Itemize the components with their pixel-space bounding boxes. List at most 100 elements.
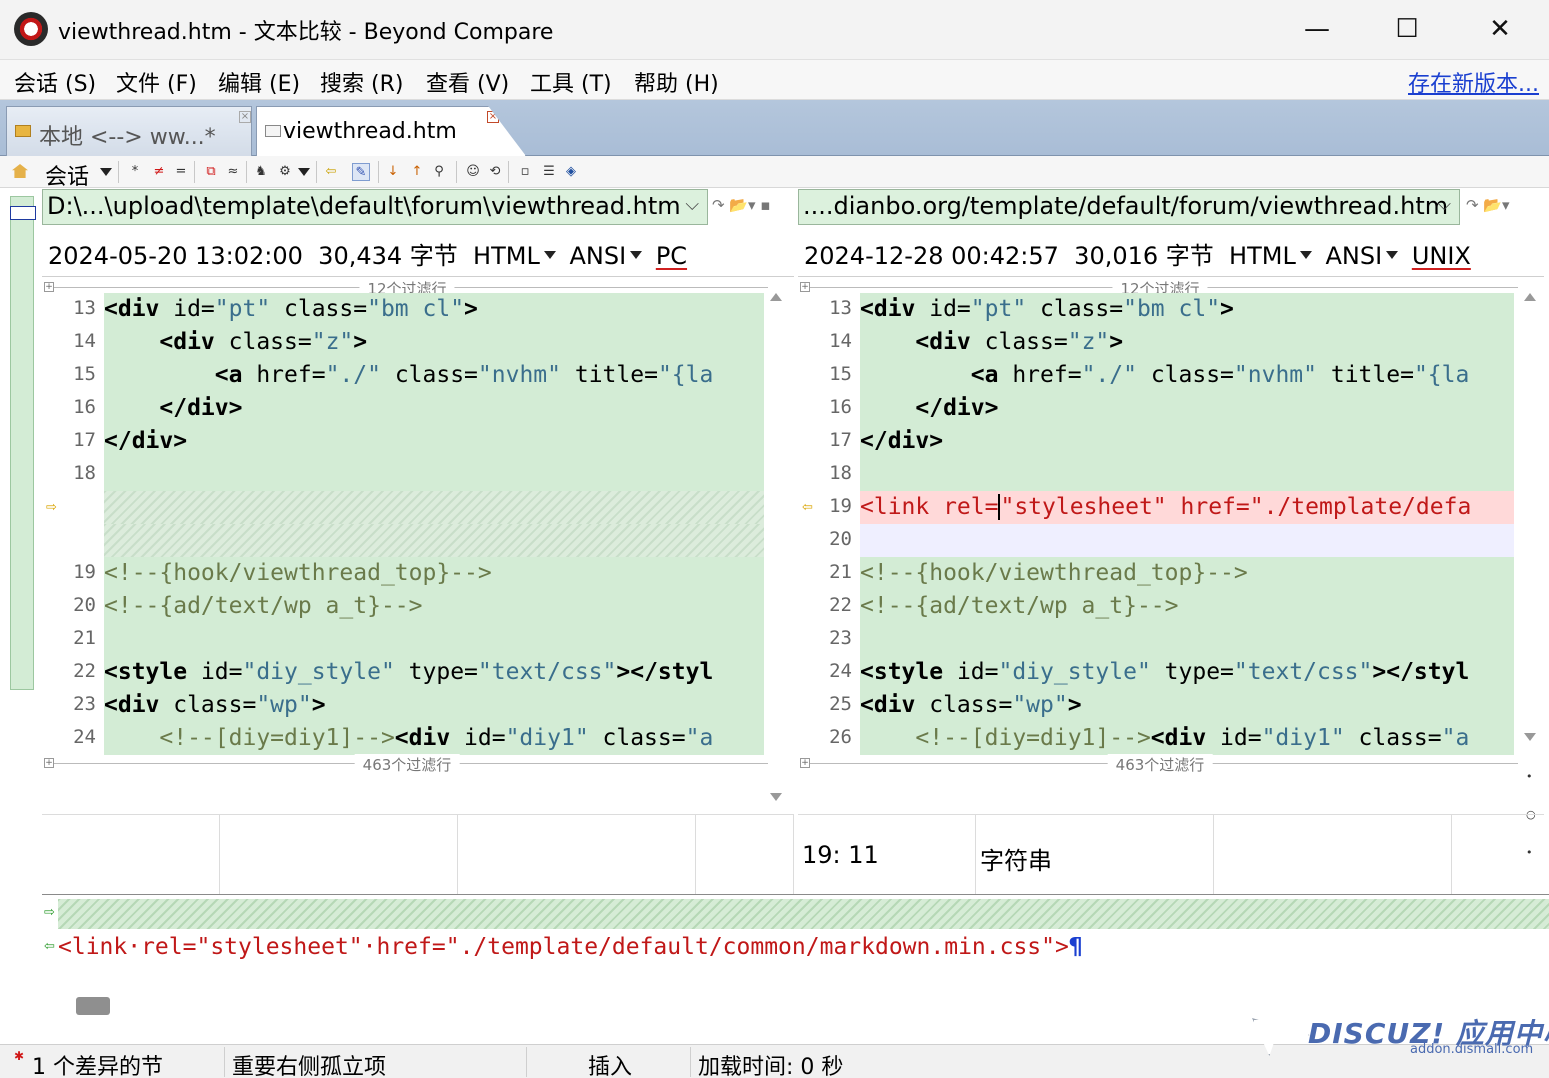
code-line[interactable]: 25 <div class="wp"> xyxy=(798,689,1544,722)
menu-search[interactable]: 搜索 (R) xyxy=(320,66,403,98)
line-text[interactable]: <link rel="stylesheet" href="./template/… xyxy=(860,491,1514,524)
tab-close-icon[interactable]: × xyxy=(487,111,499,123)
context-icon[interactable]: ⧉ xyxy=(202,163,220,181)
chevron-down-icon[interactable]: ⌵ xyxy=(685,194,699,215)
edit-icon[interactable]: ✎ xyxy=(352,163,370,181)
right-encoding[interactable]: ANSI xyxy=(1325,242,1382,270)
line-text[interactable]: </div> xyxy=(104,392,764,425)
menu-view[interactable]: 查看 (V) xyxy=(426,66,509,98)
chevron-down-icon[interactable] xyxy=(1299,251,1312,259)
line-text[interactable] xyxy=(860,458,1514,491)
tab-text-compare[interactable]: viewthread.htm × xyxy=(256,106,526,156)
maximize-button[interactable]: ☐ xyxy=(1384,8,1430,50)
code-line[interactable]: 14 <div class="z"> xyxy=(798,326,1544,359)
left-path-actions[interactable]: ↷ 📂▾ ▪ xyxy=(712,196,770,214)
expand-plus-icon[interactable]: + xyxy=(800,282,810,292)
line-text[interactable]: <div id="pt" class="bm cl"> xyxy=(860,293,1514,326)
expand-plus-icon[interactable]: + xyxy=(44,282,54,292)
code-line[interactable]: 13 <div id="pt" class="bm cl"> xyxy=(798,293,1544,326)
code-line[interactable]: 21 xyxy=(42,623,794,656)
code-line[interactable]: 26 <!--[diy=diy1]--><div id="diy1" class… xyxy=(798,722,1544,755)
minimize-button[interactable]: — xyxy=(1294,8,1340,50)
left-encoding[interactable]: ANSI xyxy=(569,242,626,270)
line-text[interactable]: </div> xyxy=(860,392,1514,425)
line-text[interactable]: <!--{hook/viewthread_top}--> xyxy=(860,557,1514,590)
line-text[interactable]: </div> xyxy=(104,425,764,458)
code-line[interactable]: 24 <style id="diy_style" type="text/css">… xyxy=(798,656,1544,689)
find-icon[interactable]: ⚲ xyxy=(430,163,448,181)
menu-edit[interactable]: 编辑 (E) xyxy=(218,66,300,98)
line-text[interactable] xyxy=(104,458,764,491)
overview-thumbnail[interactable] xyxy=(10,196,34,690)
line-text[interactable]: <style id="diy_style" type="text/css"></… xyxy=(860,656,1514,689)
code-line[interactable]: 20 <!--{ad/text/wp a_t}--> xyxy=(42,590,794,623)
expand-plus-icon[interactable]: + xyxy=(44,758,54,768)
menu-help[interactable]: 帮助 (H) xyxy=(634,66,719,98)
chevron-down-icon[interactable]: ⌵ xyxy=(1437,194,1451,215)
scroll-up-icon[interactable] xyxy=(1524,293,1536,301)
right-code-pane[interactable]: + 12个过滤行 13 <div id="pt" class="bm cl"> 14… xyxy=(798,276,1544,816)
swap-icon[interactable]: ☺ xyxy=(464,163,482,181)
chevron-down-icon[interactable] xyxy=(298,168,310,176)
code-line[interactable]: 17 </div> xyxy=(798,425,1544,458)
line-text[interactable]: <a href="./" class="nvhm" title="{la xyxy=(860,359,1514,392)
line-text[interactable]: <div class="wp"> xyxy=(860,689,1514,722)
code-line[interactable]: 22 <!--{ad/text/wp a_t}--> xyxy=(798,590,1544,623)
close-button[interactable]: ✕ xyxy=(1477,8,1523,50)
code-line[interactable] xyxy=(42,524,794,557)
diff-arrow-icon[interactable]: ⇨ xyxy=(46,500,57,515)
code-line[interactable]: 19 <link rel="stylesheet" href="./templat… xyxy=(798,491,1544,524)
line-text[interactable]: <!--{ad/text/wp a_t}--> xyxy=(104,590,764,623)
code-line[interactable]: 23 xyxy=(798,623,1544,656)
line-text[interactable]: </div> xyxy=(860,425,1514,458)
code-line[interactable]: 16 </div> xyxy=(42,392,794,425)
show-same-icon[interactable]: = xyxy=(172,163,190,181)
home-icon[interactable] xyxy=(12,164,28,178)
horizontal-scroll-thumb[interactable] xyxy=(76,997,110,1015)
scroll-down-icon[interactable] xyxy=(1524,733,1536,741)
filtered-lines-bottom[interactable]: + 463个过滤行 xyxy=(44,754,768,775)
code-line[interactable]: 14 <div class="z"> xyxy=(42,326,794,359)
line-text[interactable] xyxy=(104,623,764,656)
chevron-down-icon[interactable] xyxy=(100,168,112,176)
show-all-icon[interactable]: * xyxy=(126,163,144,181)
copy-left-icon[interactable]: ⇦ xyxy=(322,163,340,181)
right-path-box[interactable]: ....dianbo.org/template/default/forum/vi… xyxy=(798,189,1460,225)
expand-plus-icon[interactable]: + xyxy=(800,758,810,768)
code-line[interactable]: 18 xyxy=(42,458,794,491)
tab-close-icon[interactable]: × xyxy=(239,111,251,123)
expand-icon[interactable]: ▫ xyxy=(516,163,534,181)
reload-icon[interactable]: ⟲ xyxy=(486,163,504,181)
line-text[interactable]: <div class="wp"> xyxy=(104,689,764,722)
line-text[interactable] xyxy=(104,491,764,524)
line-text[interactable]: <!--{ad/text/wp a_t}--> xyxy=(860,590,1514,623)
right-path-actions[interactable]: ↷ 📂▾ xyxy=(1466,196,1510,214)
line-text[interactable] xyxy=(104,524,764,557)
code-line[interactable]: 15 <a href="./" class="nvhm" title="{la xyxy=(798,359,1544,392)
chevron-down-icon[interactable] xyxy=(543,251,556,259)
show-diffs-icon[interactable]: ≠ xyxy=(150,163,168,181)
line-text[interactable]: <a href="./" class="nvhm" title="{la xyxy=(104,359,764,392)
line-text[interactable]: <div class="z"> xyxy=(104,326,764,359)
code-line[interactable]: 24 <!--[diy=diy1]--><div id="diy1" class… xyxy=(42,722,794,755)
code-line[interactable]: 19 <!--{hook/viewthread_top}--> xyxy=(42,557,794,590)
scroll-down-icon[interactable] xyxy=(770,793,782,801)
code-line[interactable]: 13 <div id="pt" class="bm cl"> xyxy=(42,293,794,326)
left-line-ending[interactable]: PC xyxy=(656,242,687,270)
code-line[interactable]: 20 xyxy=(798,524,1544,557)
list-icon[interactable]: ☰ xyxy=(540,163,558,181)
code-line[interactable]: 15 <a href="./" class="nvhm" title="{la xyxy=(42,359,794,392)
format-icon[interactable]: ⚙ xyxy=(276,163,294,181)
left-code-pane[interactable]: + 12个过滤行 13 <div id="pt" class="bm cl"> 14… xyxy=(42,276,794,816)
line-text[interactable]: <style id="diy_style" type="text/css"></… xyxy=(104,656,764,689)
code-line[interactable]: 23 <div class="wp"> xyxy=(42,689,794,722)
left-path-box[interactable]: D:\...\upload\template\default\forum\vie… xyxy=(42,189,708,225)
session-menu-button[interactable]: 会话 xyxy=(45,159,89,191)
line-text[interactable]: <div class="z"> xyxy=(860,326,1514,359)
new-version-link[interactable]: 存在新版本... xyxy=(1408,66,1539,98)
next-diff-icon[interactable]: ↓ xyxy=(384,163,402,181)
line-text[interactable]: <!--{hook/viewthread_top}--> xyxy=(104,557,764,590)
overview-position-marker[interactable] xyxy=(10,206,36,220)
menu-tools[interactable]: 工具 (T) xyxy=(530,66,612,98)
line-text[interactable]: <div id="pt" class="bm cl"> xyxy=(104,293,764,326)
